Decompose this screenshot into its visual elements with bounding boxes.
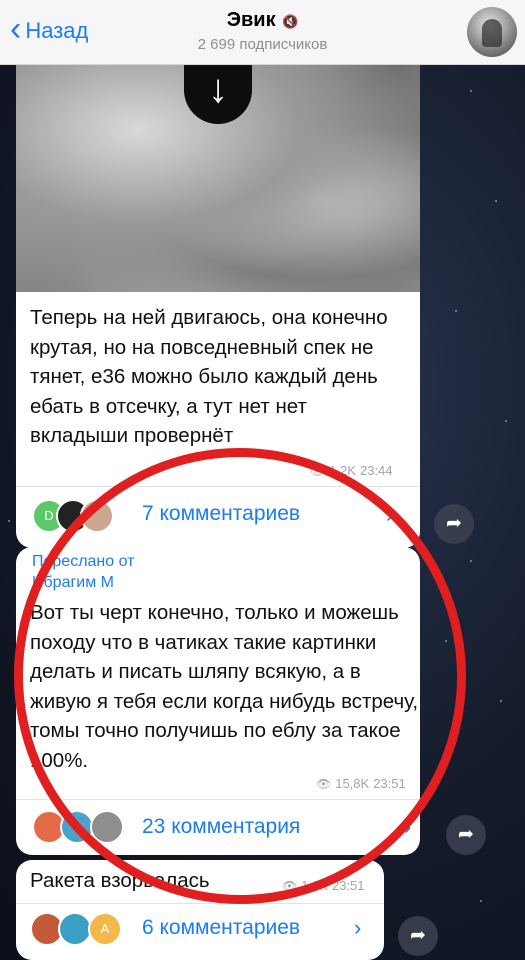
channel-avatar[interactable] <box>467 7 517 57</box>
chat-header: ‹ Назад Эвик 🔇 2 699 подписчиков <box>0 0 525 65</box>
commenter-avatar <box>58 912 92 946</box>
channel-title-block[interactable]: Эвик 🔇 2 699 подписчиков <box>0 9 525 53</box>
comments-label: 23 комментария <box>142 815 301 838</box>
message-time: 23:44 <box>359 463 393 478</box>
views-icon: 👁 <box>310 463 326 478</box>
chevron-right-icon: › <box>386 502 394 527</box>
message-time: 23:51 <box>331 878 365 893</box>
comments-button[interactable]: 23 комментария › <box>16 800 420 855</box>
views-icon: 👁 <box>282 878 298 893</box>
share-icon[interactable]: ➦ <box>434 504 474 544</box>
forwarded-from-link[interactable]: Ибрагим М <box>32 574 114 592</box>
message-meta: 👁 15,8K 23:51 <box>316 776 406 791</box>
subscriber-count: 2 699 подписчиков <box>197 36 328 53</box>
chevron-right-icon: › <box>404 814 412 839</box>
commenter-avatar <box>60 810 94 844</box>
message-text: Вот ты черт конечно, только и можешь пох… <box>30 601 419 772</box>
comments-label: 6 комментариев <box>142 916 301 939</box>
commenter-avatar <box>80 499 114 533</box>
comments-button[interactable]: A 6 комментариев › <box>16 904 384 958</box>
views-count: 15,8K <box>335 776 370 791</box>
message-meta: 👁 1,1K 23:51 <box>282 878 365 893</box>
views-icon: 👁 <box>316 776 332 791</box>
forwarded-label: Переслано от <box>32 553 135 570</box>
message-text: Ракета взорвалась <box>30 869 210 892</box>
commenter-avatar <box>90 810 124 844</box>
commenter-avatar: A <box>88 912 122 946</box>
share-icon[interactable]: ➦ <box>446 815 486 855</box>
message-text: Теперь на ней двигаюсь, она конечно крут… <box>30 306 388 447</box>
comments-button[interactable]: D 7 комментариев › <box>16 487 420 545</box>
views-count: 1,2K <box>329 463 356 478</box>
chevron-right-icon: › <box>354 915 362 940</box>
channel-title: Эвик <box>226 9 276 31</box>
share-icon[interactable]: ➦ <box>398 916 438 956</box>
mute-icon: 🔇 <box>282 14 299 29</box>
views-count: 1,1K <box>301 878 328 893</box>
comments-label: 7 комментариев <box>142 502 301 525</box>
message-time: 23:51 <box>373 776 406 791</box>
message-meta: 👁 1,2K 23:44 <box>310 463 393 478</box>
